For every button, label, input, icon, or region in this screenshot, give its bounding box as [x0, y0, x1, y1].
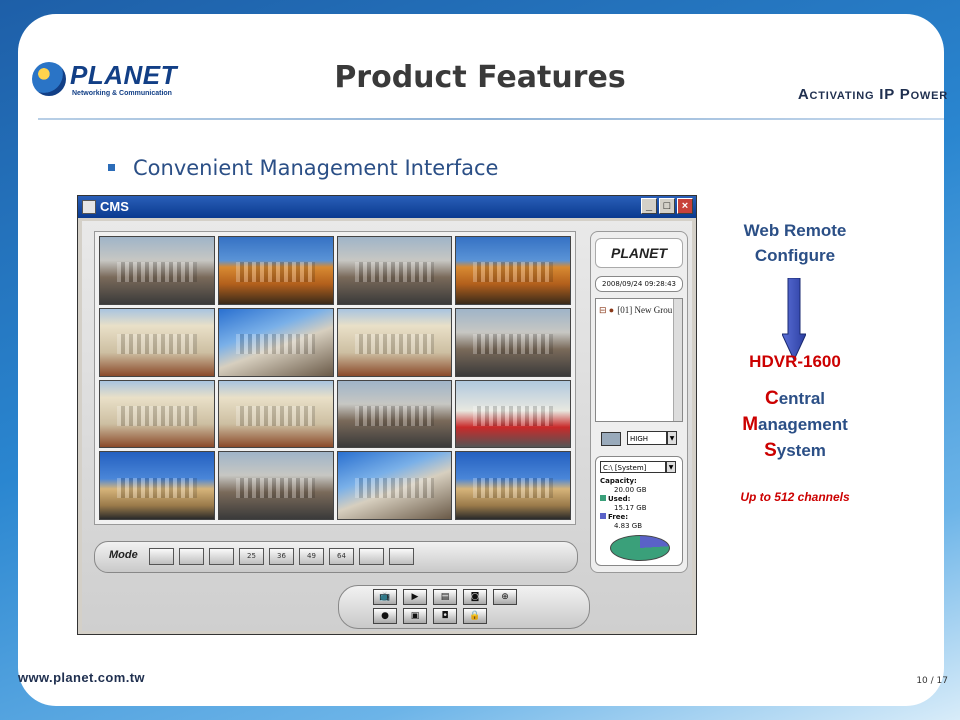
camera-view[interactable]: [217, 451, 334, 520]
layout-mode-button[interactable]: [179, 548, 204, 565]
mode-label: Mode: [109, 549, 138, 561]
camera-view[interactable]: [99, 307, 215, 377]
page-number: 10 / 17: [916, 676, 948, 686]
camera-view[interactable]: [336, 379, 453, 449]
header-divider: [38, 118, 944, 120]
snapshot-icon[interactable]: ▣: [403, 608, 427, 624]
lock-icon[interactable]: 🔒: [463, 608, 487, 624]
cms-window: CMS _ □ × Mode 25 36 49 64 📺 ▶ ▤ ◙ ⊕ ● ▣ ◘ 🔒 PLANET…: [77, 195, 697, 635]
camera-view[interactable]: [336, 451, 453, 520]
cms-client-area: Mode 25 36 49 64 📺 ▶ ▤ ◙ ⊕ ● ▣ ◘ 🔒 PLANET 2008/09/2…: [82, 221, 692, 631]
disk-usage-pie: [610, 535, 670, 561]
layout-mode-button[interactable]: [389, 548, 414, 565]
minimize-button[interactable]: _: [641, 198, 657, 214]
camera-view[interactable]: [217, 236, 334, 305]
maximize-button[interactable]: □: [659, 198, 675, 214]
camera-view[interactable]: [455, 236, 571, 305]
control-buttons: 📺 ▶ ▤ ◙ ⊕ ● ▣ ◘ 🔒: [373, 589, 533, 624]
cms-initial-c: C: [764, 388, 779, 409]
sidebar-logo: PLANET: [595, 238, 683, 268]
camera-view[interactable]: [217, 379, 334, 449]
down-arrow-icon: [782, 278, 806, 360]
bullet-item: Convenient Management Interface: [108, 156, 498, 180]
logo-wordmark: PLANET: [70, 60, 177, 90]
layout-mode-button[interactable]: 36: [269, 548, 294, 565]
play-icon[interactable]: ▶: [403, 589, 427, 605]
film-icon[interactable]: ▤: [433, 589, 457, 605]
app-icon: [82, 200, 96, 214]
free-value: 4.83 GB: [614, 522, 643, 530]
tree-scrollbar[interactable]: [673, 299, 682, 421]
globe-icon[interactable]: ⊕: [493, 589, 517, 605]
camera-view[interactable]: [217, 307, 334, 377]
cms-window-title: CMS: [100, 199, 129, 214]
bullet-text: Convenient Management Interface: [133, 156, 499, 180]
planet-logo: PLANET Networking & Communication: [32, 60, 192, 110]
cms-titlebar[interactable]: CMS _ □ ×: [78, 196, 696, 218]
cms-initial-m: M: [742, 414, 759, 435]
mode-buttons: 25 36 49 64: [149, 548, 414, 565]
disk-dropdown-icon[interactable]: ▼: [666, 461, 676, 473]
web-remote-label: Web Remote Configure: [743, 221, 847, 265]
camera-icon[interactable]: ◙: [463, 589, 487, 605]
capacity-label: Capacity:: [600, 477, 637, 485]
camera-view[interactable]: [99, 236, 215, 305]
camera-grid: [94, 231, 576, 525]
control-bar: 📺 ▶ ▤ ◙ ⊕ ● ▣ ◘ 🔒: [338, 585, 590, 629]
layout-mode-button[interactable]: [149, 548, 174, 565]
layout-mode-button[interactable]: [209, 548, 234, 565]
disk-panel: C:\ [System] ▼ Capacity: 20.00 GB Used: …: [595, 456, 683, 566]
hdvr-label: HDVR-1600: [749, 352, 841, 371]
disk-stats: Capacity: 20.00 GB Used: 15.17 GB Free: …: [600, 477, 647, 531]
monitor-icon[interactable]: [601, 432, 621, 446]
mode-bar: Mode 25 36 49 64: [94, 541, 578, 573]
camera-view[interactable]: [455, 307, 571, 377]
tree-node-group[interactable]: [01] New Grou: [599, 305, 672, 316]
camera-view[interactable]: [99, 379, 215, 449]
capacity-value: 20.00 GB: [614, 486, 647, 494]
used-swatch: [600, 495, 606, 501]
quality-dropdown-icon[interactable]: ▼: [667, 431, 677, 445]
cms-initial-s: S: [764, 440, 777, 461]
planet-globe-icon: [32, 62, 66, 96]
quality-select[interactable]: HIGH: [627, 431, 667, 445]
disk-select[interactable]: C:\ [System]: [600, 461, 666, 473]
footer-url[interactable]: www.planet.com.tw: [18, 670, 145, 685]
cms-word-management: anagement: [758, 415, 848, 434]
cms-sidebar: PLANET 2008/09/24 09:28:43 [01] New Grou…: [590, 231, 688, 573]
free-swatch: [600, 513, 606, 519]
logo-subtitle: Networking & Communication: [72, 90, 172, 97]
tv-icon[interactable]: 📺: [373, 589, 397, 605]
layout-mode-button[interactable]: 49: [299, 548, 324, 565]
cms-word-system: ystem: [776, 441, 826, 460]
quality-control: HIGH ▼: [595, 430, 681, 448]
camera-settings-icon[interactable]: ◘: [433, 608, 457, 624]
close-button[interactable]: ×: [677, 198, 693, 214]
clock-display: 2008/09/24 09:28:43: [595, 276, 683, 292]
camera-view[interactable]: [455, 451, 571, 520]
used-value: 15.17 GB: [614, 504, 647, 512]
record-icon[interactable]: ●: [373, 608, 397, 624]
camera-view[interactable]: [455, 379, 571, 449]
camera-view[interactable]: [336, 236, 453, 305]
free-label: Free:: [608, 513, 629, 521]
layout-mode-button[interactable]: 25: [239, 548, 264, 565]
bullet-square-icon: [108, 163, 115, 171]
used-label: Used:: [608, 495, 631, 503]
channels-note: Up to 512 channels: [740, 490, 850, 504]
camera-view[interactable]: [336, 307, 453, 377]
camera-view[interactable]: [99, 451, 215, 520]
device-tree[interactable]: [01] New Grou: [595, 298, 683, 422]
cms-word-central: entral: [778, 389, 826, 408]
layout-mode-button[interactable]: [359, 548, 384, 565]
layout-mode-button[interactable]: 64: [329, 548, 354, 565]
slide-title: Product Features: [334, 60, 626, 95]
cms-label: Central Management System: [700, 386, 890, 464]
tagline: Activating IP Power: [797, 86, 948, 103]
